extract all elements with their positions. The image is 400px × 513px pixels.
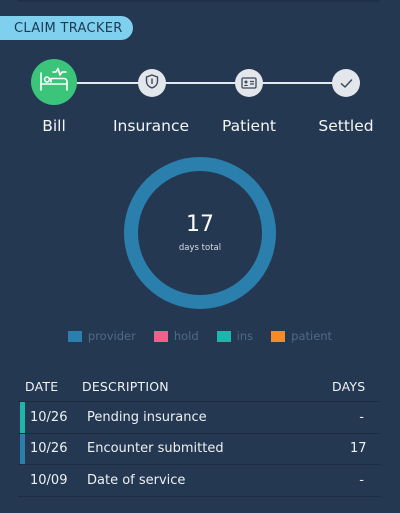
legend-item-hold: hold <box>153 329 199 343</box>
row-description: Pending insurance <box>87 409 207 425</box>
step-label-insurance: Insurance <box>112 117 190 135</box>
row-status-marker <box>20 433 25 464</box>
row-date: 10/26 <box>30 441 68 457</box>
table-row[interactable]: 10/09 Date of service - <box>18 465 380 497</box>
step-label-settled: Settled <box>318 117 374 135</box>
step-patient[interactable] <box>235 69 263 97</box>
top-divider <box>18 0 380 2</box>
step-insurance[interactable] <box>138 69 166 97</box>
header-title: CLAIM TRACKER <box>14 20 123 36</box>
step-bill[interactable] <box>31 59 77 105</box>
claim-events-table: DATE DESCRIPTION DAYS 10/26 Pending insu… <box>18 372 380 497</box>
shield-icon <box>145 73 159 93</box>
table-header: DATE DESCRIPTION DAYS <box>18 372 380 402</box>
legend-item-provider: provider <box>67 329 136 343</box>
legend-label-provider: provider <box>87 329 136 343</box>
step-label-bill: Bill <box>42 117 66 135</box>
column-header-date: DATE <box>25 379 59 394</box>
row-description: Encounter submitted <box>87 441 224 457</box>
legend-swatch-provider <box>67 330 82 342</box>
legend-label-hold: hold <box>173 329 199 343</box>
stepper-track <box>60 82 350 84</box>
legend-label-ins: ins <box>236 329 254 343</box>
table-row[interactable]: 10/26 Encounter submitted 17 <box>18 433 380 465</box>
legend-label-patient: patient <box>291 329 333 343</box>
hospital-bed-icon <box>39 67 69 97</box>
column-header-days: DAYS <box>332 379 366 394</box>
legend-item-ins: ins <box>216 329 254 343</box>
chart-legend: provider hold ins patient <box>0 329 400 343</box>
id-card-icon <box>241 74 257 93</box>
row-date: 10/09 <box>30 472 68 488</box>
legend-item-patient: patient <box>271 329 332 343</box>
total-days-value: 17 <box>186 211 214 237</box>
checkmark-icon <box>340 74 353 93</box>
table-row[interactable]: 10/26 Pending insurance - <box>18 402 380 434</box>
donut-center: 17 days total <box>122 155 278 311</box>
total-days-caption: days total <box>178 243 222 254</box>
legend-swatch-ins <box>216 330 231 342</box>
row-days: - <box>359 472 364 488</box>
step-label-patient: Patient <box>222 117 276 135</box>
legend-swatch-patient <box>271 330 286 342</box>
step-settled[interactable] <box>332 69 360 97</box>
row-status-marker <box>20 402 25 433</box>
legend-swatch-hold <box>153 330 168 342</box>
row-days: - <box>359 409 364 425</box>
claim-tracker-header: CLAIM TRACKER <box>0 16 133 40</box>
row-days: 17 <box>350 441 367 457</box>
column-header-description: DESCRIPTION <box>82 379 169 394</box>
row-description: Date of service <box>87 472 186 488</box>
row-status-marker <box>20 465 25 496</box>
row-date: 10/26 <box>30 409 68 425</box>
